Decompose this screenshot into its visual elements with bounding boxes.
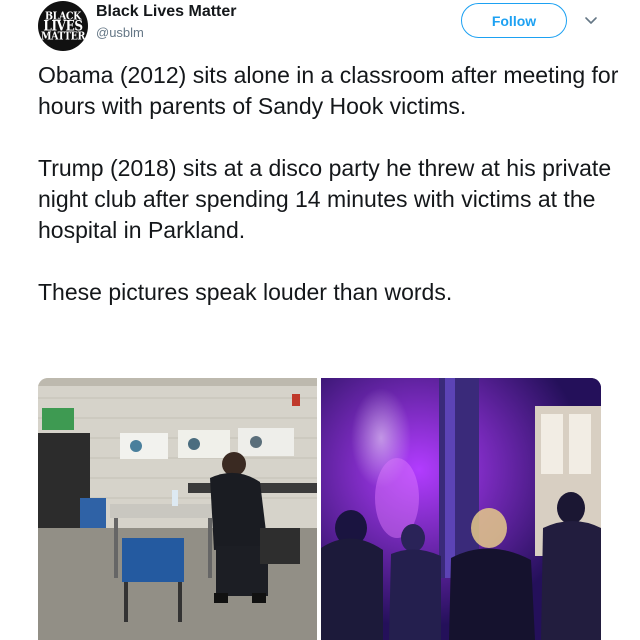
follow-button[interactable]: Follow <box>461 3 567 38</box>
photo-party-image <box>321 378 601 640</box>
photo-classroom[interactable] <box>38 378 317 640</box>
photo-party[interactable] <box>321 378 601 640</box>
tweet-media[interactable] <box>38 378 601 640</box>
tweet-text: Obama (2012) sits alone in a classroom a… <box>38 62 619 305</box>
tweet-header: BLACK LIVES MATTER Black Lives Matter @u… <box>0 0 640 56</box>
photo-classroom-image <box>38 378 317 640</box>
user-handle[interactable]: @usblm <box>96 25 144 40</box>
avatar-text-line-3: MATTER <box>41 29 85 43</box>
chevron-down-icon[interactable] <box>583 12 599 28</box>
avatar[interactable]: BLACK LIVES MATTER <box>38 1 88 51</box>
display-name[interactable]: Black Lives Matter <box>96 3 237 21</box>
